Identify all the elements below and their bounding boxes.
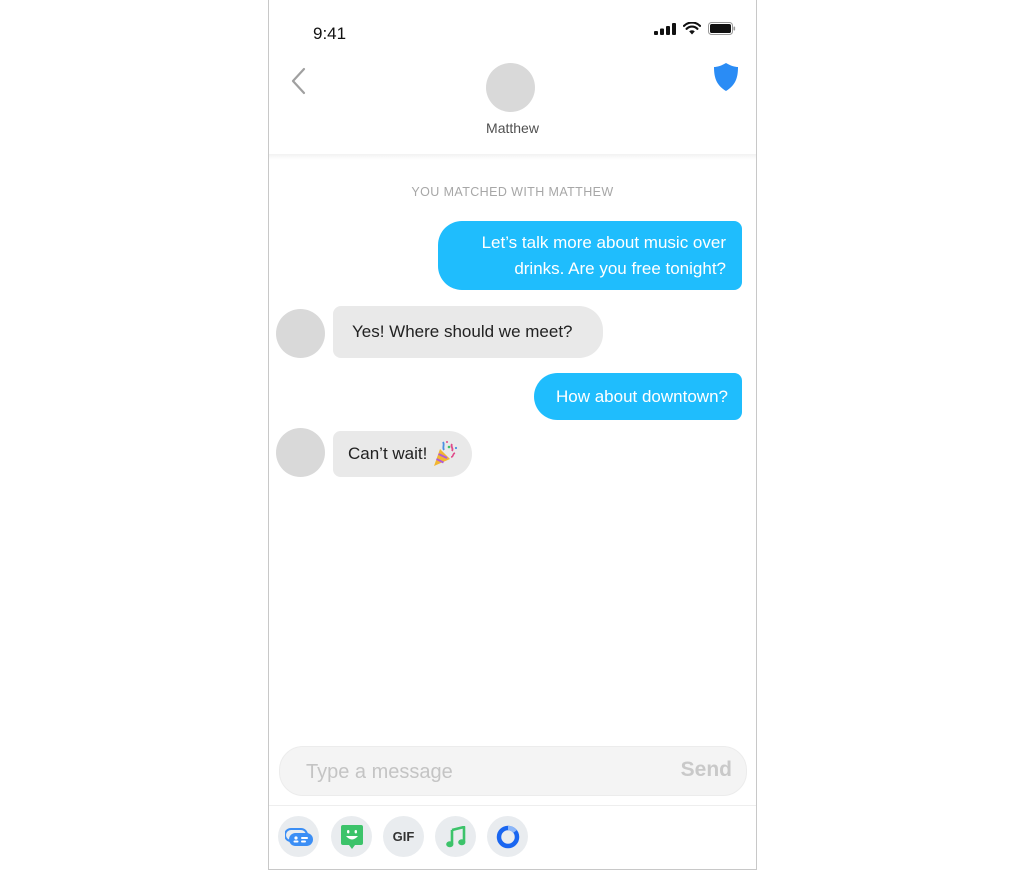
message-text: Can’t wait! [348,444,428,463]
message-line: drinks. Are you free tonight? [514,259,726,278]
message-composer: Send [279,746,747,797]
loop-button[interactable] [487,816,528,857]
send-button[interactable]: Send [681,758,732,782]
chevron-left-icon [291,67,306,95]
back-button[interactable] [287,66,311,96]
status-icons [654,22,736,35]
safety-button[interactable] [712,61,740,93]
contact-name[interactable]: Matthew [269,120,756,136]
gif-button[interactable]: GIF [383,816,424,857]
contact-avatar[interactable] [486,63,535,112]
message-text: How about downtown? [555,387,728,406]
incoming-message[interactable]: Yes! Where should we meet? [333,306,603,358]
message-line: Let’s talk more about music over [481,233,726,252]
outgoing-message[interactable]: How about downtown? [533,373,742,420]
music-button[interactable] [435,816,476,857]
cellular-signal-icon [654,22,676,35]
music-note-icon [445,825,465,847]
shield-icon [714,63,738,91]
match-label: YOU MATCHED WITH MATTHEW [411,185,614,199]
status-time: 9:41 [313,24,347,43]
sticker-button[interactable] [331,816,372,857]
sender-avatar[interactable] [276,428,325,477]
message-text: Yes! Where should we meet? [352,322,573,341]
gif-icon: GIF [392,829,415,844]
battery-icon [708,22,736,35]
party-popper-icon [430,439,460,469]
header-shadow [269,154,756,160]
outgoing-message[interactable]: Let’s talk more about music over drinks.… [438,221,742,290]
contact-card-button[interactable] [278,816,319,857]
phone-screen: 9:41 Matthew YOU MATCHED WITH MATTHEW Le… [268,0,757,870]
wifi-icon [683,22,701,35]
loop-icon [496,825,519,848]
sticker-icon [340,824,363,849]
toolbar-divider [269,805,756,806]
contact-card-icon [284,827,313,846]
sender-avatar[interactable] [276,309,325,358]
chat-header: 9:41 Matthew [269,0,756,154]
incoming-message[interactable]: Can’t wait! [333,431,473,477]
message-input[interactable] [304,747,648,797]
